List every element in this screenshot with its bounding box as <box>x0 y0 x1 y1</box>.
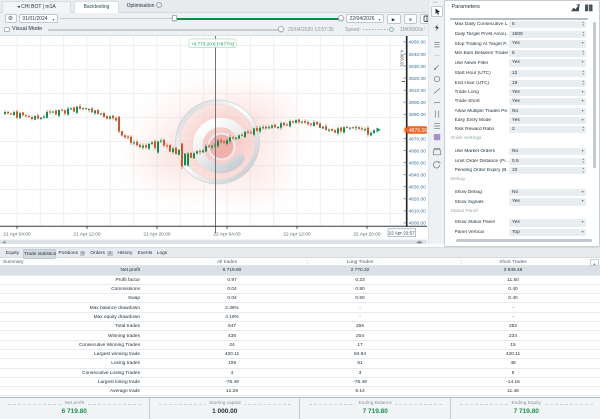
svg-text:4870.00: 4870.00 <box>409 136 427 142</box>
svg-text:4950.00: 4950.00 <box>409 39 427 45</box>
svg-text:4876.56: 4876.56 <box>409 127 427 133</box>
svg-text:4910.00: 4910.00 <box>409 88 427 94</box>
svg-text:4920.00: 4920.00 <box>409 75 427 81</box>
svg-text:4930.00: 4930.00 <box>409 63 427 69</box>
svg-text:◀: ◀ <box>2 239 6 244</box>
svg-text:4900.00: 4900.00 <box>409 100 427 106</box>
svg-text:4810.00: 4810.00 <box>409 208 427 214</box>
svg-text:22 Apr 04:00: 22 Apr 04:00 <box>213 231 241 237</box>
svg-text:4820.00: 4820.00 <box>409 196 427 202</box>
svg-text:4860.00: 4860.00 <box>409 148 427 154</box>
svg-text:4830.00: 4830.00 <box>409 184 427 190</box>
svg-text:4800.00: 4800.00 <box>409 220 427 226</box>
svg-text:22 Apr 20:00: 22 Apr 20:00 <box>353 231 381 237</box>
svg-text:4,906.01: 4,906.01 <box>399 50 404 67</box>
svg-text:22 Apr 22:57: 22 Apr 22:57 <box>389 230 415 235</box>
svg-text:+6 773.20 € [+677%]: +6 773.20 € [+677%] <box>191 41 234 46</box>
svg-text:◀▶: ◀▶ <box>416 239 423 244</box>
svg-text:4840.00: 4840.00 <box>409 172 427 178</box>
svg-text:21 Apr 12:00: 21 Apr 12:00 <box>73 231 101 237</box>
svg-text:4850.00: 4850.00 <box>409 160 427 166</box>
svg-text:21 Apr 04:00: 21 Apr 04:00 <box>3 231 31 237</box>
svg-text:4940.00: 4940.00 <box>409 51 427 57</box>
svg-text:4890.00: 4890.00 <box>409 112 427 118</box>
svg-text:21 Apr 20:00: 21 Apr 20:00 <box>143 231 171 237</box>
svg-text:22 Apr 12:00: 22 Apr 12:00 <box>283 231 311 237</box>
